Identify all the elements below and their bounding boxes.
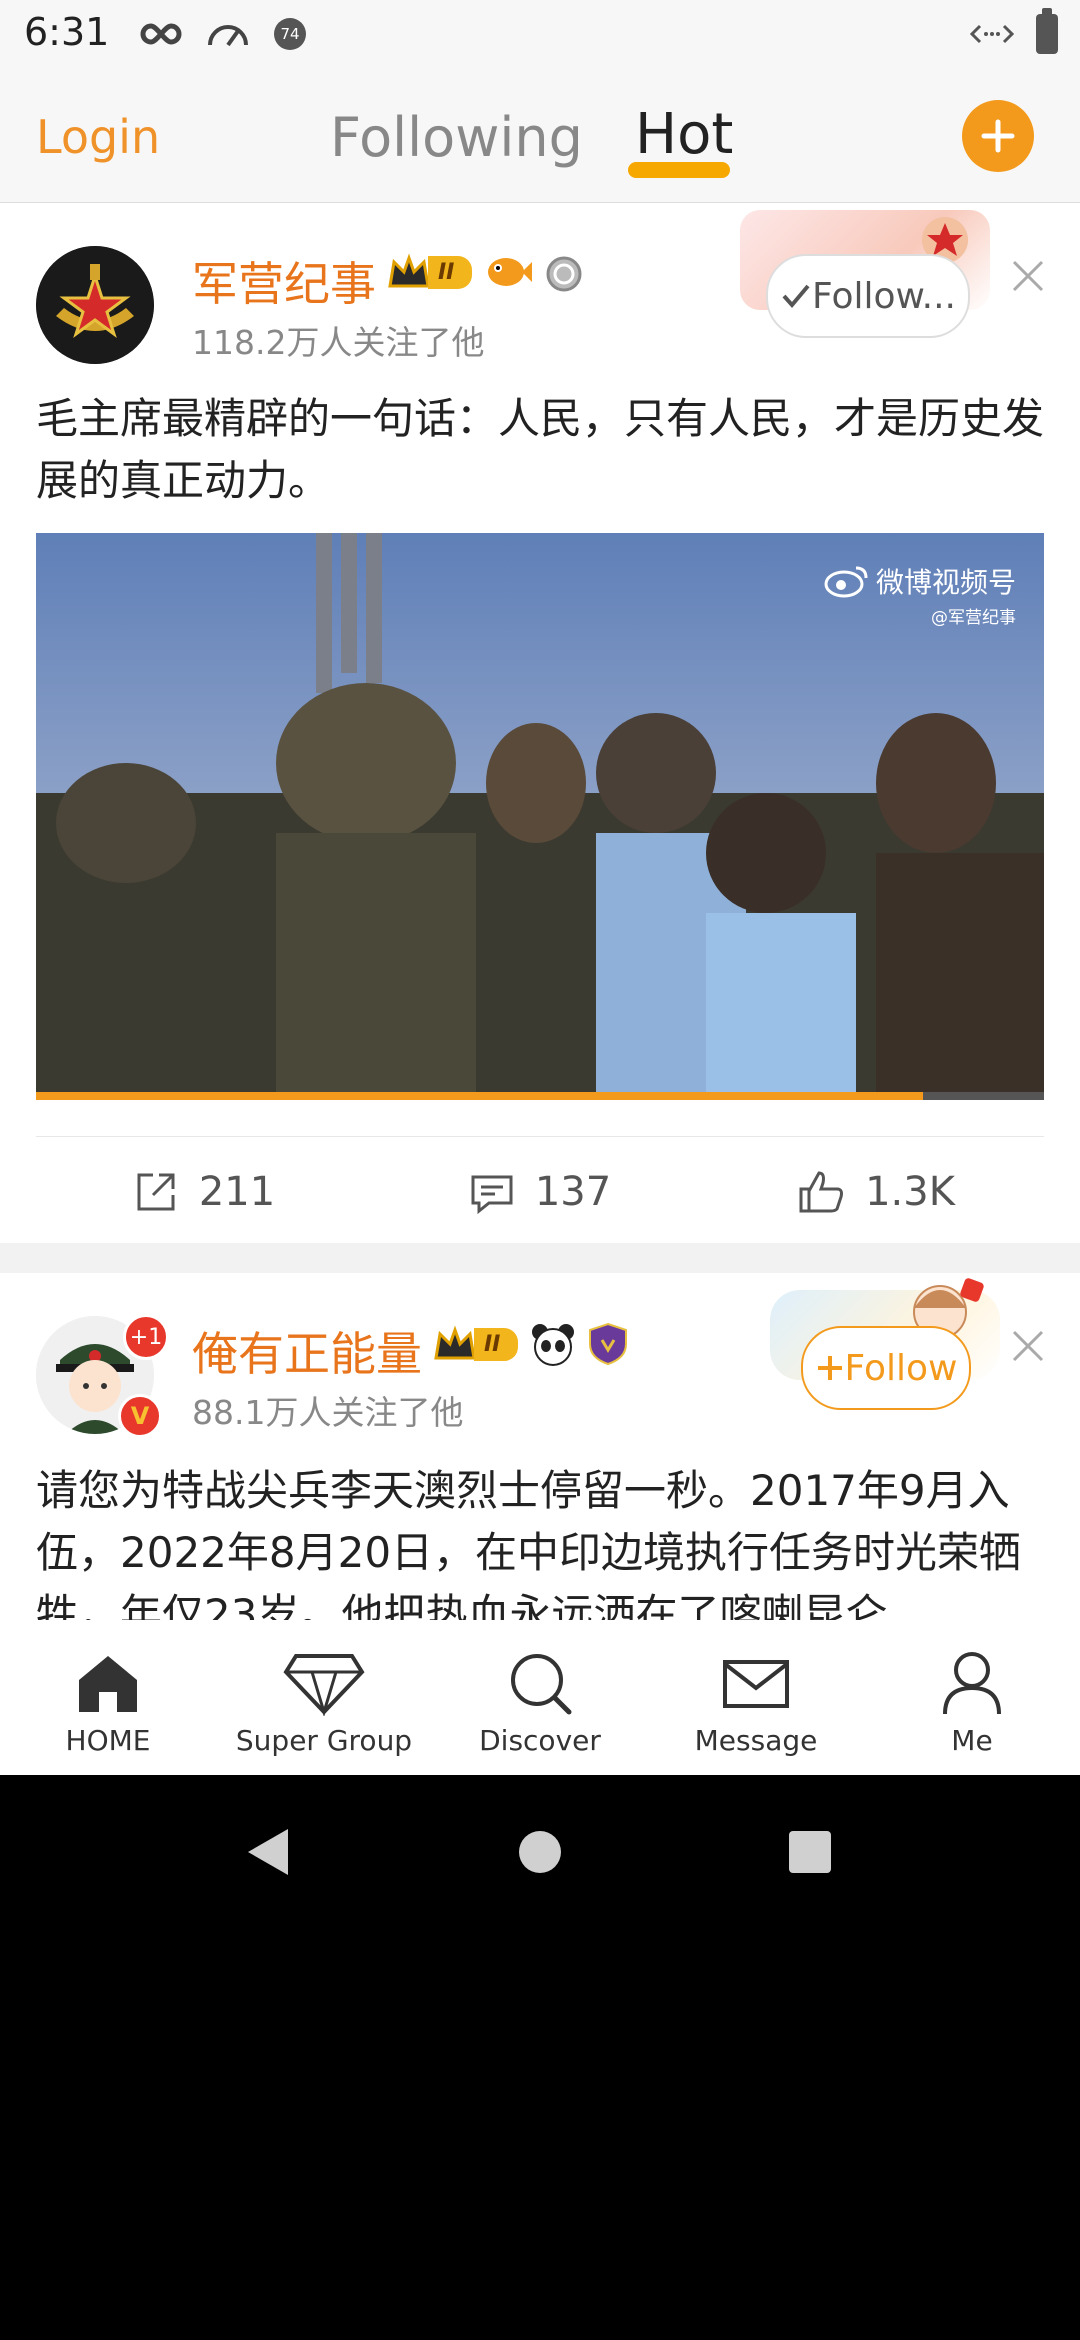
speedometer-icon (208, 25, 248, 47)
status-time: 6:31 (24, 10, 110, 54)
crown-icon (434, 1325, 476, 1360)
home-icon (79, 1656, 137, 1712)
weibo-logo-icon (824, 566, 868, 598)
notification-count: 74 (280, 25, 300, 43)
follower-count: 118.2万人关注了他 (192, 323, 485, 362)
status-right (970, 8, 1058, 54)
system-nav-bar (0, 1775, 1080, 1925)
infinity-icon (140, 23, 182, 45)
home-circle-icon[interactable] (518, 1830, 562, 1874)
status-bar: 6:31 74 (0, 0, 1080, 72)
level-badge: II (432, 1324, 519, 1364)
video-watermark: 微博视频号 @军营纪事 (824, 561, 1016, 628)
medal-icon (546, 256, 582, 292)
tab-hot[interactable]: Hot (635, 102, 733, 167)
data-transfer-icon (970, 24, 1014, 44)
video-player[interactable]: 微博视频号 @军营纪事 (36, 533, 1044, 1100)
plus-icon (817, 1356, 842, 1380)
follow-button[interactable]: Follow (801, 1326, 971, 1410)
battery-icon (1036, 8, 1058, 54)
avatar-notification-badge: +1 (123, 1314, 169, 1360)
follow-button[interactable]: Follow... (766, 254, 970, 338)
recents-icon[interactable] (788, 1830, 832, 1874)
video-progress-bar[interactable] (36, 1092, 924, 1100)
comment-button[interactable]: 137 (372, 1137, 708, 1247)
like-count: 1.3K (865, 1169, 955, 1215)
tab-label: Me (951, 1724, 993, 1757)
tab-me[interactable]: Me (864, 1620, 1080, 1775)
army-emblem-icon (36, 246, 154, 364)
author-badges: II (386, 252, 584, 292)
avatar-badge-text: +1 (129, 1324, 163, 1350)
verified-icon: V (118, 1394, 162, 1438)
close-icon[interactable] (1010, 1328, 1046, 1364)
avatar[interactable] (36, 246, 154, 364)
weibo-app: 6:31 74 Login Following Hot 军营纪事 II 118.… (0, 0, 1080, 1775)
tab-label: HOME (65, 1724, 151, 1757)
fish-icon (488, 258, 533, 286)
post-text[interactable]: 请您为特战尖兵李天澳烈士停留一秒。2017年9月入伍，2022年8月20日，在中… (36, 1460, 1046, 1620)
repost-count: 211 (198, 1169, 276, 1215)
search-icon (511, 1654, 572, 1715)
tab-home[interactable]: HOME (0, 1620, 216, 1775)
level-badge: II (386, 252, 473, 292)
back-icon[interactable] (244, 1827, 290, 1877)
plus-icon (981, 119, 1015, 153)
tab-super-group[interactable]: Super Group (216, 1620, 432, 1775)
post-text[interactable]: 毛主席最精辟的一句话：人民，只有人民，才是历史发展的真正动力。 (36, 388, 1046, 512)
tab-label: Discover (479, 1724, 601, 1757)
diamond-icon (283, 1654, 365, 1716)
panda-icon (532, 1324, 575, 1366)
tab-label: Super Group (235, 1724, 413, 1757)
login-link[interactable]: Login (36, 110, 160, 164)
person-icon (943, 1652, 1001, 1715)
comment-count: 137 (534, 1169, 612, 1215)
check-icon (782, 284, 810, 309)
tab-message[interactable]: Message (648, 1620, 864, 1775)
watermark-handle: @军营纪事 (931, 608, 1016, 628)
thumbs-up-icon (799, 1171, 844, 1213)
notification-count-icon: 74 (274, 18, 306, 50)
share-icon (137, 1173, 175, 1211)
author-name[interactable]: 军营纪事 (192, 248, 376, 314)
bottom-tab-bar: HOME Super Group Discover Message Me (0, 1620, 1080, 1775)
follower-count: 88.1万人关注了他 (192, 1393, 464, 1432)
active-tab-indicator (628, 162, 730, 178)
post-separator (0, 1243, 1080, 1273)
tab-discover[interactable]: Discover (432, 1620, 648, 1775)
top-nav: Login Following Hot (0, 72, 1080, 203)
level-text: II (428, 255, 473, 289)
author-name[interactable]: 俺有正能量 (192, 1318, 422, 1384)
post-actions: 211 137 1.3K (36, 1136, 1044, 1247)
follow-label: Follow (844, 1347, 958, 1389)
shield-icon (589, 1322, 628, 1366)
mail-icon (723, 1660, 789, 1708)
watermark-text: 微博视频号 (875, 566, 1016, 599)
repost-button[interactable]: 211 (36, 1137, 372, 1247)
tab-following[interactable]: Following (330, 106, 583, 169)
crown-icon (388, 253, 430, 288)
author-badges: II (432, 1322, 628, 1366)
close-icon[interactable] (1010, 258, 1046, 294)
like-button[interactable]: 1.3K (708, 1137, 1044, 1247)
compose-button[interactable] (962, 100, 1034, 172)
follow-label: Follow... (812, 275, 956, 317)
comment-icon (471, 1175, 513, 1215)
level-text: II (474, 1327, 519, 1361)
tab-label: Message (694, 1724, 818, 1757)
status-icons: 74 (140, 18, 306, 50)
